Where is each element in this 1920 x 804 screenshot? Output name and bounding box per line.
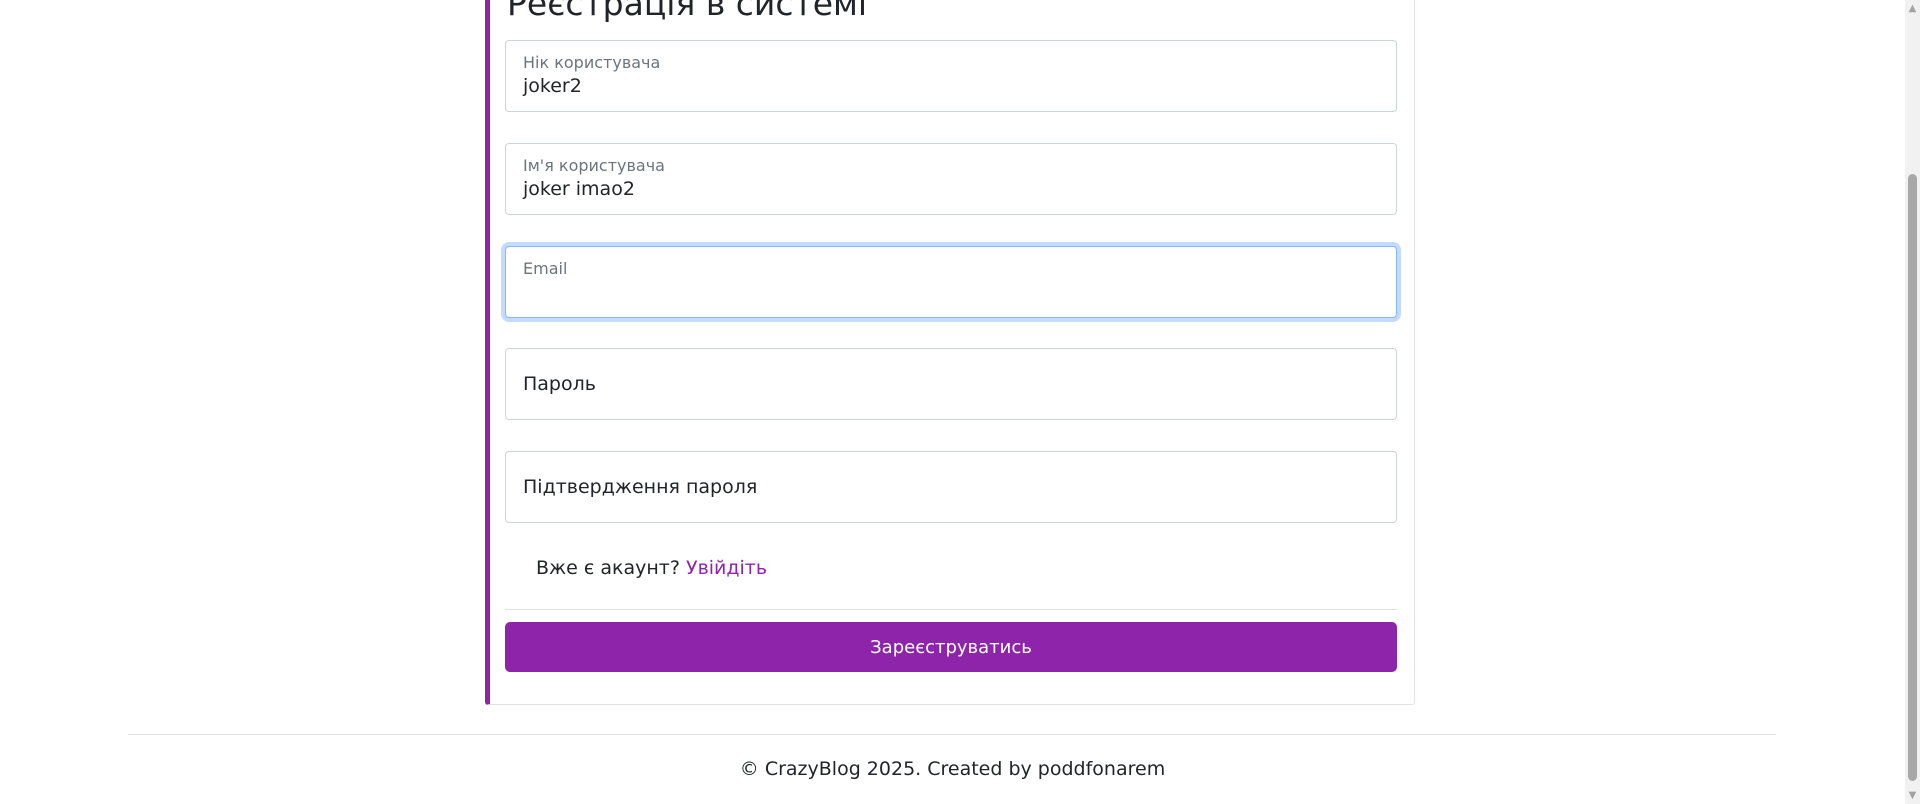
username-label: Ім'я користувача — [523, 156, 665, 175]
nickname-label: Нік користувача — [523, 53, 661, 72]
username-field[interactable]: Ім'я користувача joker imao2 — [505, 143, 1397, 215]
email-field[interactable]: Email — [505, 246, 1397, 318]
footer-copyright: © CrazyBlog 2025. Created by poddfonarem — [739, 758, 1166, 780]
password-field[interactable]: Пароль — [505, 348, 1397, 420]
scroll-down-arrow-icon[interactable]: ▼ — [1905, 787, 1920, 804]
page-title: Реєстрація в системі — [507, 0, 868, 23]
email-label: Email — [523, 259, 568, 278]
nickname-value: joker2 — [523, 75, 582, 97]
username-value: joker imao2 — [523, 178, 635, 200]
login-prompt: Вже є акаунт? Увійдіть — [536, 557, 767, 579]
password-confirm-field[interactable]: Підтвердження пароля — [505, 451, 1397, 523]
scroll-up-arrow-icon[interactable]: ▲ — [1905, 0, 1920, 17]
password-confirm-label: Підтвердження пароля — [523, 476, 758, 498]
form-divider — [505, 609, 1397, 610]
vertical-scrollbar[interactable]: ▲ ▼ — [1905, 0, 1920, 804]
password-label: Пароль — [523, 373, 596, 395]
page: Реєстрація в системі Нік користувача jok… — [0, 0, 1920, 804]
scroll-thumb[interactable] — [1908, 174, 1917, 781]
login-prompt-text: Вже є акаунт? — [536, 557, 680, 579]
register-button[interactable]: Зареєструватись — [505, 622, 1397, 672]
login-link[interactable]: Увійдіть — [686, 557, 767, 579]
footer-divider — [128, 734, 1776, 735]
nickname-field[interactable]: Нік користувача joker2 — [505, 40, 1397, 112]
